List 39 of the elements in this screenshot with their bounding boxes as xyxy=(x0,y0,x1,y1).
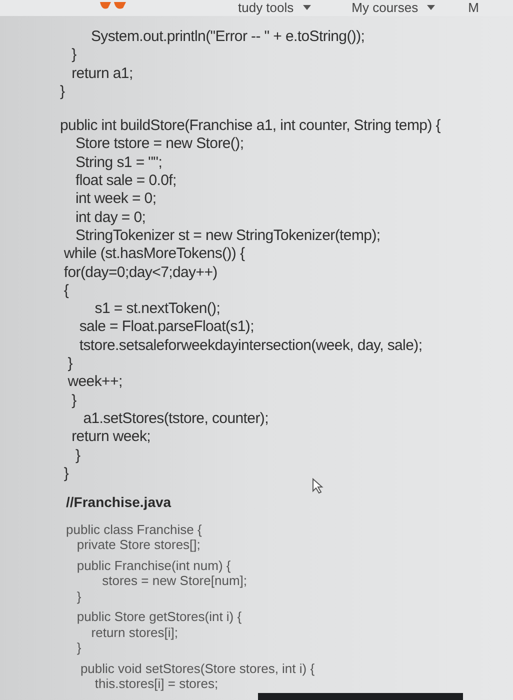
code-line: private Store stores[]; xyxy=(76,537,202,553)
code-line: float sale = 0.0f; xyxy=(74,172,178,190)
code-line: return a1; xyxy=(70,64,134,83)
code-line: return week; xyxy=(70,428,152,447)
code-line: int day = 0; xyxy=(74,208,147,227)
code-line: tstore.setsaleforweekdayintersection(week, day, sale); xyxy=(78,336,424,356)
code-line: while (st.hasMoreTokens()) { xyxy=(62,245,246,264)
code-line: } xyxy=(70,392,78,410)
code-line: return stores[i]; xyxy=(90,624,179,640)
code-line: stores = new Store[num]; xyxy=(101,573,248,589)
code-line: int week = 0; xyxy=(74,190,158,209)
code-line: sale = Float.parseFloat(s1); xyxy=(78,318,255,337)
code-line: a1.setStores(tstore, counter); xyxy=(82,410,270,428)
code-line: public void setStores(Store stores, int i) { xyxy=(79,660,316,676)
code-line: s1 = st.nextToken(); xyxy=(94,300,222,318)
code-line: } xyxy=(76,588,82,604)
code-line: } xyxy=(70,46,78,65)
code-line: for(day=0;day<7;day++) xyxy=(62,264,218,282)
nav-menu-item[interactable]: M xyxy=(468,1,479,15)
code-line: } xyxy=(66,355,74,374)
code-line: public Store getStores(int i) { xyxy=(76,609,243,625)
code-line: System.out.println("Error -- " + e.toString()); xyxy=(90,28,366,46)
code-line: public class Franchise { xyxy=(66,522,203,538)
code-line: public int buildStore(Franchise a1, int counter, String temp) { xyxy=(60,117,442,136)
code-line: } xyxy=(74,446,82,465)
code-line: String s1 = ""; xyxy=(74,154,164,172)
file-heading: //Franchise.java xyxy=(66,495,172,511)
code-line: } xyxy=(76,640,82,656)
code-line: public Franchise(int num) { xyxy=(76,558,232,574)
mouse-cursor-icon xyxy=(312,478,324,494)
nav-menu-item[interactable]: My courses xyxy=(352,1,436,15)
code-line: } xyxy=(62,464,70,484)
nav-menu-item[interactable]: tudy tools xyxy=(238,1,312,15)
code-line: } xyxy=(60,82,66,102)
code-line: this.stores[i] = stores; xyxy=(94,676,220,692)
code-line: week++; xyxy=(66,373,124,392)
code-line: { xyxy=(62,282,70,300)
code-line: StringTokenizer st = new StringTokenizer(temp); xyxy=(74,226,382,246)
code-line: Store tstore = new Store(); xyxy=(74,135,245,154)
